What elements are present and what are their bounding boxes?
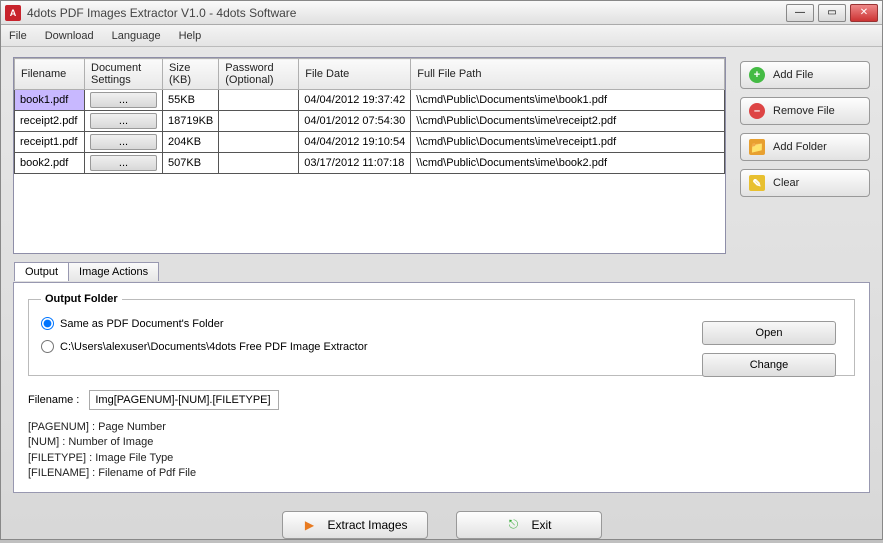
col-size[interactable]: Size (KB)	[163, 59, 219, 90]
maximize-button[interactable]: ▭	[818, 4, 846, 22]
cell-filename: receipt2.pdf	[15, 111, 85, 132]
radio-custom-folder[interactable]	[41, 340, 54, 353]
table-row[interactable]: receipt2.pdf... 18719KB 04/01/2012 07:54:3…	[15, 111, 725, 132]
cell-password[interactable]	[219, 90, 299, 111]
add-folder-button[interactable]: 📁 Add Folder	[740, 133, 870, 161]
clear-button[interactable]: ✎ Clear	[740, 169, 870, 197]
output-folder-buttons: Open Change	[702, 321, 836, 377]
cell-date: 04/04/2012 19:10:54	[299, 132, 411, 153]
exit-label: Exit	[531, 518, 551, 532]
col-password[interactable]: Password (Optional)	[219, 59, 299, 90]
extract-images-button[interactable]: ▶ Extract Images	[282, 511, 428, 539]
settings-button[interactable]: ...	[90, 92, 157, 108]
cell-size: 18719KB	[163, 111, 219, 132]
table-row[interactable]: receipt1.pdf... 204KB 04/04/2012 19:10:54\…	[15, 132, 725, 153]
clear-label: Clear	[773, 177, 799, 189]
broom-icon: ✎	[749, 175, 765, 191]
menu-help[interactable]: Help	[179, 30, 202, 42]
table-row[interactable]: book1.pdf... 55KB 04/04/2012 19:37:42\\cmd…	[15, 90, 725, 111]
col-fullpath[interactable]: Full File Path	[411, 59, 725, 90]
menu-download[interactable]: Download	[45, 30, 94, 42]
app-icon: A	[5, 5, 21, 21]
window-buttons: — ▭ ✕	[786, 4, 878, 22]
cell-date: 03/17/2012 11:07:18	[299, 153, 411, 174]
exit-icon: ⎋	[505, 517, 521, 533]
filename-row: Filename :	[28, 390, 855, 410]
cell-settings: ...	[85, 153, 163, 174]
col-docsettings[interactable]: Document Settings	[85, 59, 163, 90]
output-tab-content: Output Folder Same as PDF Document's Fol…	[14, 283, 869, 492]
extract-images-label: Extract Images	[327, 518, 407, 532]
cell-password[interactable]	[219, 132, 299, 153]
remove-file-label: Remove File	[773, 105, 835, 117]
window-title: 4dots PDF Images Extractor V1.0 - 4dots …	[27, 6, 786, 20]
output-folder-legend: Output Folder	[41, 293, 122, 305]
cell-filename: book2.pdf	[15, 153, 85, 174]
cell-size: 507KB	[163, 153, 219, 174]
cell-date: 04/01/2012 07:54:30	[299, 111, 411, 132]
open-button[interactable]: Open	[702, 321, 836, 345]
radio-same-folder-label: Same as PDF Document's Folder	[60, 318, 224, 330]
cell-settings: ...	[85, 132, 163, 153]
remove-file-button[interactable]: – Remove File	[740, 97, 870, 125]
add-file-label: Add File	[773, 69, 813, 81]
bottom-bar: ▶ Extract Images ⎋ Exit	[13, 505, 870, 543]
cell-date: 04/04/2012 19:37:42	[299, 90, 411, 111]
add-file-button[interactable]: + Add File	[740, 61, 870, 89]
exit-button[interactable]: ⎋ Exit	[456, 511, 602, 539]
filename-hints: [PAGENUM] : Page Number[NUM] : Number of…	[28, 420, 855, 482]
plus-icon: +	[749, 67, 765, 83]
cell-password[interactable]	[219, 111, 299, 132]
cell-filename: book1.pdf	[15, 90, 85, 111]
cell-path: \\cmd\Public\Documents\ime\book1.pdf	[411, 90, 725, 111]
top-area: Filename Document Settings Size (KB) Pas…	[13, 57, 870, 254]
extract-icon: ▶	[301, 517, 317, 533]
output-folder-fieldset: Output Folder Same as PDF Document's Fol…	[28, 293, 855, 376]
app-window: A 4dots PDF Images Extractor V1.0 - 4dot…	[0, 0, 883, 540]
minimize-button[interactable]: —	[786, 4, 814, 22]
tab-image-actions[interactable]: Image Actions	[68, 262, 159, 281]
menu-file[interactable]: File	[9, 30, 27, 42]
radio-custom-folder-label: C:\Users\alexuser\Documents\4dots Free P…	[60, 341, 368, 353]
cell-password[interactable]	[219, 153, 299, 174]
table-row[interactable]: book2.pdf... 507KB 03/17/2012 11:07:18\\cm…	[15, 153, 725, 174]
menu-language[interactable]: Language	[112, 30, 161, 42]
col-filename[interactable]: Filename	[15, 59, 85, 90]
close-button[interactable]: ✕	[850, 4, 878, 22]
content-area: Filename Document Settings Size (KB) Pas…	[1, 47, 882, 539]
cell-path: \\cmd\Public\Documents\ime\receipt2.pdf	[411, 111, 725, 132]
menubar: File Download Language Help	[1, 25, 882, 47]
cell-path: \\cmd\Public\Documents\ime\receipt1.pdf	[411, 132, 725, 153]
add-folder-label: Add Folder	[773, 141, 827, 153]
settings-button[interactable]: ...	[90, 155, 157, 171]
cell-path: \\cmd\Public\Documents\ime\book2.pdf	[411, 153, 725, 174]
radio-same-folder[interactable]	[41, 317, 54, 330]
settings-button[interactable]: ...	[90, 113, 157, 129]
sidebar: + Add File – Remove File 📁 Add Folder ✎ …	[740, 57, 870, 254]
tab-output[interactable]: Output	[14, 262, 69, 281]
settings-button[interactable]: ...	[90, 134, 157, 150]
file-table: Filename Document Settings Size (KB) Pas…	[13, 57, 726, 254]
folder-icon: 📁	[749, 139, 765, 155]
titlebar: A 4dots PDF Images Extractor V1.0 - 4dot…	[1, 1, 882, 25]
cell-settings: ...	[85, 90, 163, 111]
tab-labels: Output Image Actions	[14, 262, 158, 281]
filename-label: Filename :	[28, 394, 79, 406]
cell-size: 55KB	[163, 90, 219, 111]
tabs-area: Output Image Actions Output Folder Same …	[13, 282, 870, 493]
minus-icon: –	[749, 103, 765, 119]
cell-size: 204KB	[163, 132, 219, 153]
col-filedate[interactable]: File Date	[299, 59, 411, 90]
cell-filename: receipt1.pdf	[15, 132, 85, 153]
change-button[interactable]: Change	[702, 353, 836, 377]
cell-settings: ...	[85, 111, 163, 132]
table-header-row: Filename Document Settings Size (KB) Pas…	[15, 59, 725, 90]
filename-input[interactable]	[89, 390, 279, 410]
